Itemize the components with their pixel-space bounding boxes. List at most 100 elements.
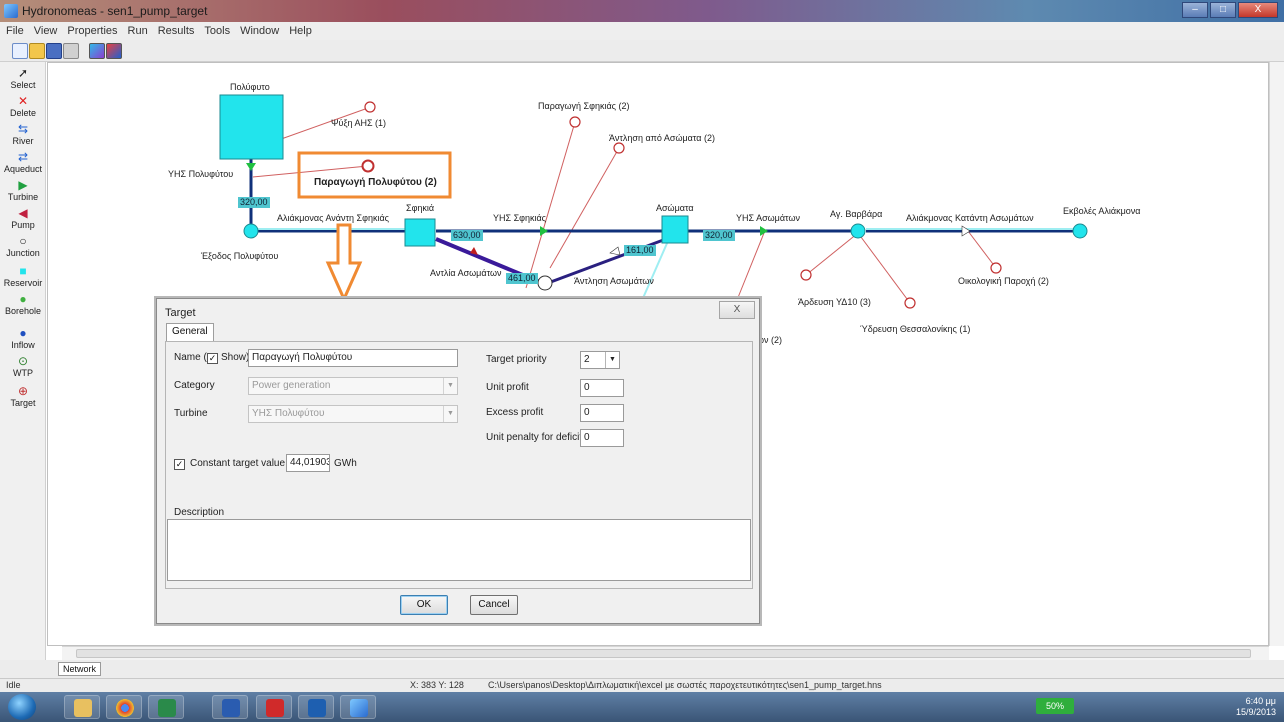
tool-select[interactable]: ➚ Select bbox=[0, 66, 46, 90]
junction-exodos bbox=[243, 223, 259, 239]
scroll-thumb[interactable] bbox=[76, 649, 1251, 658]
minimize-button[interactable]: – bbox=[1182, 2, 1208, 18]
results-icon[interactable] bbox=[106, 42, 122, 59]
label-aliakmonas-down: Αλιάκμονας Κατάντη Ασωμάτων bbox=[906, 213, 1034, 223]
ok-button[interactable]: OK bbox=[400, 595, 448, 615]
junction-pump bbox=[537, 275, 553, 291]
new-file-icon[interactable] bbox=[12, 42, 28, 59]
tool-reservoir[interactable]: ■ Reservoir bbox=[0, 264, 46, 288]
menu-tools[interactable]: Tools bbox=[204, 25, 230, 37]
label-reservoir-asomata: Ασώματα bbox=[656, 203, 694, 213]
start-button[interactable] bbox=[8, 694, 36, 720]
label-sfikia-turbine: ΥΗΣ Σφηκιάς bbox=[493, 213, 547, 223]
chrome-icon bbox=[116, 699, 134, 717]
menu-file[interactable]: File bbox=[6, 25, 24, 37]
open-folder-icon[interactable] bbox=[29, 42, 45, 59]
penalty-label: Unit penalty for deficits bbox=[486, 432, 588, 443]
constant-target-field[interactable]: 44,019032 bbox=[286, 454, 330, 472]
label-ag-varvara: Αγ. Βαρβάρα bbox=[830, 209, 883, 219]
river-arrow-icon bbox=[961, 225, 971, 237]
status-path: C:\Users\panos\Desktop\Διπλωματική\excel… bbox=[488, 680, 882, 690]
window-controls: – □ X bbox=[1182, 2, 1278, 18]
menu-window[interactable]: Window bbox=[240, 25, 279, 37]
pdf-icon bbox=[266, 699, 284, 717]
name-field[interactable]: Παραγωγή Πολυφύτου bbox=[248, 349, 458, 367]
priority-select[interactable]: 2 ▼ bbox=[580, 351, 620, 369]
penalty-field[interactable]: 0 bbox=[580, 429, 624, 447]
tool-inflow[interactable]: ● Inflow bbox=[0, 326, 46, 350]
close-button[interactable]: X bbox=[1238, 2, 1278, 18]
label-target-selected: Παραγωγή Πολυφύτου (2) bbox=[314, 177, 437, 188]
description-field[interactable] bbox=[167, 519, 751, 581]
delete-icon: ✕ bbox=[17, 94, 29, 108]
window-title: Hydronomeas - sen1_pump_target bbox=[22, 4, 208, 18]
tool-pump[interactable]: ◀ Pump bbox=[0, 206, 46, 230]
hydronomeas-taskbar-button[interactable] bbox=[340, 695, 376, 719]
menu-run[interactable]: Run bbox=[128, 25, 148, 37]
priority-value: 2 bbox=[584, 354, 590, 365]
tool-aqueduct[interactable]: ⇄ Aqueduct bbox=[0, 150, 46, 174]
menu-results[interactable]: Results bbox=[158, 25, 195, 37]
label-aliakmonas-up: Αλιάκμονας Ανάντη Σφηκιάς bbox=[277, 213, 389, 223]
wtp-icon: ⊙ bbox=[17, 354, 29, 368]
aqueduct-icon: ⇄ bbox=[17, 150, 29, 164]
battery-indicator[interactable]: 50% bbox=[1036, 698, 1074, 714]
tool-turbine[interactable]: ▶ Turbine bbox=[0, 178, 46, 202]
status-coords: X: 383 Y: 128 bbox=[410, 680, 464, 690]
priority-label: Target priority bbox=[486, 354, 547, 365]
highlight-arrow-icon bbox=[325, 223, 363, 303]
cancel-button[interactable]: Cancel bbox=[470, 595, 518, 615]
tool-river[interactable]: ⇆ River bbox=[0, 122, 46, 146]
junction-mouths bbox=[1072, 223, 1088, 239]
unit-profit-label: Unit profit bbox=[486, 382, 529, 393]
description-label: Description bbox=[174, 507, 225, 518]
tool-target[interactable]: ⊕ Target bbox=[0, 384, 46, 408]
turbine-select[interactable]: ΥΗΣ Πολυφύτου ▼ bbox=[248, 405, 458, 423]
save-icon[interactable] bbox=[46, 42, 62, 59]
excess-profit-field[interactable]: 0 bbox=[580, 404, 624, 422]
target-icon bbox=[904, 297, 916, 309]
horizontal-scrollbar[interactable] bbox=[62, 646, 1269, 660]
target-link bbox=[549, 147, 620, 269]
dialog-close-button[interactable]: X bbox=[719, 301, 755, 319]
menu-help[interactable]: Help bbox=[289, 25, 312, 37]
chrome-taskbar-button[interactable] bbox=[106, 695, 142, 719]
target-dialog: Target X General Name ( ✓ Show) Παραγωγή… bbox=[156, 298, 760, 624]
borehole-icon: ● bbox=[19, 292, 27, 306]
pumping-arrow-icon bbox=[609, 246, 621, 256]
target-icon bbox=[990, 262, 1002, 274]
reservoir-sfikia bbox=[404, 218, 436, 247]
menu-view[interactable]: View bbox=[34, 25, 58, 37]
word-taskbar-button[interactable] bbox=[212, 695, 248, 719]
tool-label: Aqueduct bbox=[3, 164, 43, 174]
pdf-taskbar-button[interactable] bbox=[256, 695, 292, 719]
tool-label: Select bbox=[10, 80, 36, 90]
clock-date: 15/9/2013 bbox=[1235, 707, 1276, 717]
label-pump: Αντλία Ασωμάτων bbox=[430, 268, 502, 278]
dialog-title: Target bbox=[165, 307, 196, 319]
show-checkbox[interactable]: ✓ bbox=[207, 353, 218, 364]
tool-junction[interactable]: ○ Junction bbox=[0, 234, 46, 258]
excel-taskbar-button[interactable] bbox=[148, 695, 184, 719]
print-icon[interactable] bbox=[63, 42, 79, 59]
hydronomeas-icon bbox=[350, 699, 368, 717]
run-icon[interactable] bbox=[89, 42, 105, 59]
menu-properties[interactable]: Properties bbox=[67, 25, 117, 37]
explorer-taskbar-button[interactable] bbox=[64, 695, 100, 719]
target-link bbox=[857, 232, 911, 304]
vertical-scrollbar[interactable] bbox=[1269, 62, 1284, 646]
tab-general[interactable]: General bbox=[166, 323, 214, 341]
tab-network[interactable]: Network bbox=[58, 662, 102, 676]
tool-delete[interactable]: ✕ Delete bbox=[0, 94, 46, 118]
flow-value: 630,00 bbox=[451, 230, 483, 241]
tool-borehole[interactable]: ● Borehole bbox=[0, 292, 46, 316]
turbine-arrow-icon bbox=[246, 163, 256, 171]
tool-wtp[interactable]: ⊙ WTP bbox=[0, 354, 46, 378]
maximize-button[interactable]: □ bbox=[1210, 2, 1236, 18]
word-icon bbox=[222, 699, 240, 717]
flow-value: 320,00 bbox=[703, 230, 735, 241]
constant-target-checkbox[interactable]: ✓ bbox=[174, 459, 185, 470]
category-select[interactable]: Power generation ▼ bbox=[248, 377, 458, 395]
unit-profit-field[interactable]: 0 bbox=[580, 379, 624, 397]
sigma-taskbar-button[interactable] bbox=[298, 695, 334, 719]
